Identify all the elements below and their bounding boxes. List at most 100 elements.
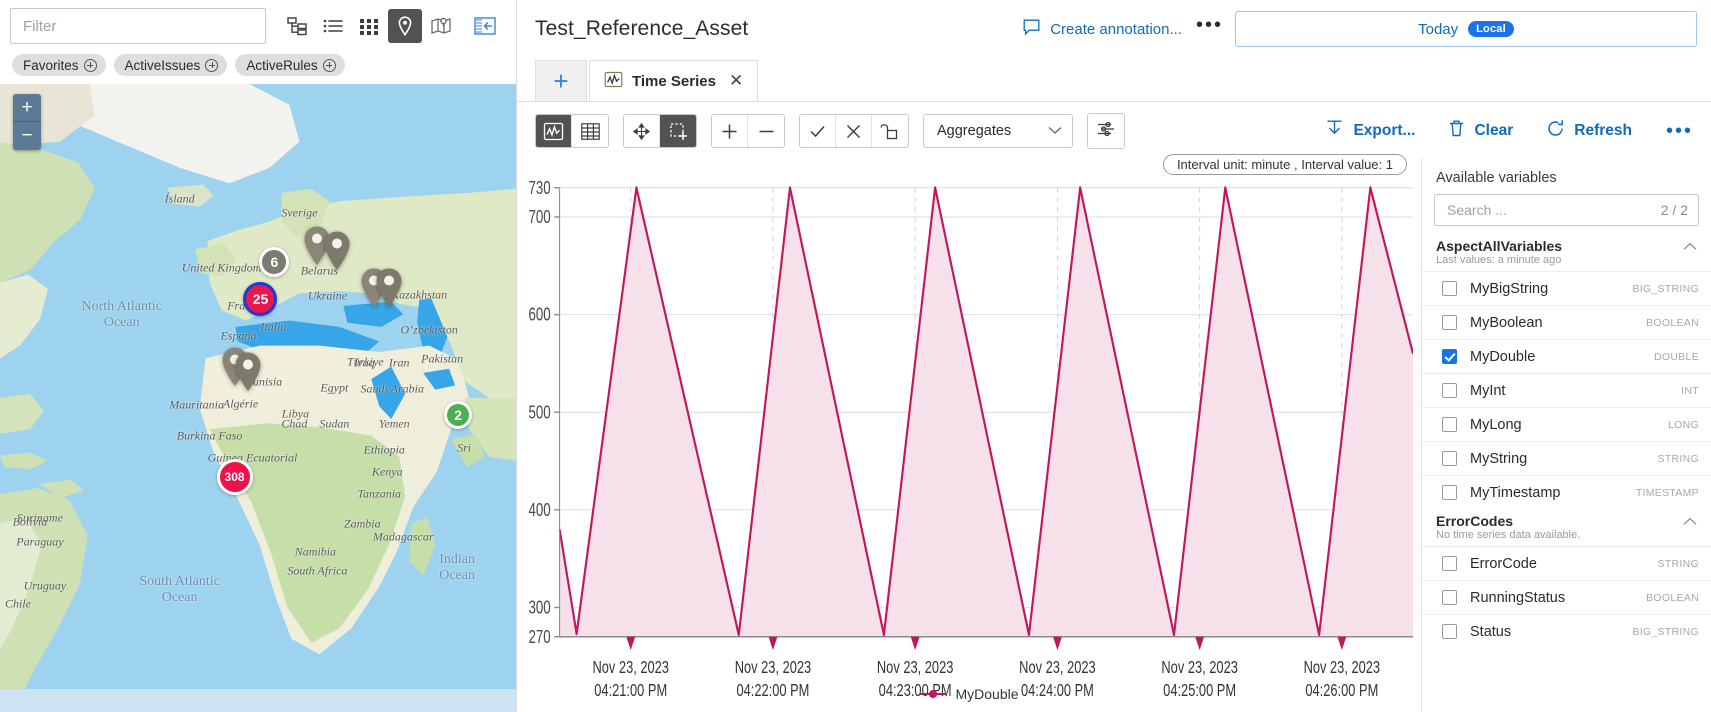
variable-type: STRING bbox=[1657, 557, 1699, 570]
accept-icon[interactable] bbox=[800, 115, 836, 147]
variable-name: MyLong bbox=[1470, 416, 1522, 433]
zoom-out-icon[interactable] bbox=[748, 115, 784, 147]
variable-group-header[interactable]: ErrorCodes bbox=[1422, 509, 1711, 529]
variable-checkbox[interactable] bbox=[1442, 485, 1457, 500]
chip-activerules[interactable]: ActiveRules bbox=[235, 54, 345, 76]
variable-row[interactable]: MyLong LONG bbox=[1422, 407, 1711, 441]
legend-label: MyDouble bbox=[955, 686, 1019, 702]
variable-type: BIG_STRING bbox=[1632, 282, 1699, 295]
close-icon[interactable]: ✕ bbox=[729, 71, 743, 91]
asset-map[interactable]: + − Ísland Sverige United Kingdom Belarus Uk… bbox=[0, 84, 516, 712]
variable-row[interactable]: MyInt INT bbox=[1422, 373, 1711, 407]
variable-checkbox[interactable] bbox=[1442, 624, 1457, 639]
variable-row[interactable]: Status BIG_STRING bbox=[1422, 614, 1711, 648]
variable-type: LONG bbox=[1668, 418, 1699, 431]
variable-row[interactable]: MyString STRING bbox=[1422, 441, 1711, 475]
variable-row[interactable]: ErrorCode STRING bbox=[1422, 546, 1711, 580]
map-pin-marker[interactable] bbox=[233, 351, 263, 393]
variable-name: MyTimestamp bbox=[1470, 484, 1561, 501]
variable-row[interactable]: MyDouble DOUBLE bbox=[1422, 339, 1711, 373]
svg-text:Nov 23, 2023: Nov 23, 2023 bbox=[1161, 658, 1237, 677]
zoom-buttons-group bbox=[711, 114, 785, 148]
clear-label: Clear bbox=[1474, 122, 1514, 139]
interval-info: Interval unit: minute , Interval value: … bbox=[1162, 154, 1407, 175]
variable-group-name: AspectAllVariables bbox=[1436, 238, 1563, 254]
variable-row[interactable]: MyBigString BIG_STRING bbox=[1422, 271, 1711, 305]
variable-row[interactable]: MyBoolean BOOLEAN bbox=[1422, 305, 1711, 339]
variable-group-subtitle: Last values: a minute ago bbox=[1436, 254, 1562, 266]
export-button[interactable]: Export... bbox=[1324, 118, 1415, 144]
zoom-select-icon[interactable] bbox=[660, 115, 696, 147]
variables-search-input[interactable]: Search ... 2 / 2 bbox=[1434, 194, 1699, 226]
chart-view-icon[interactable] bbox=[536, 115, 572, 147]
map-zoom-in-button[interactable]: + bbox=[13, 94, 41, 122]
table-view-icon[interactable] bbox=[572, 115, 608, 147]
page-header: Test_Reference_Asset Create annotation..… bbox=[517, 0, 1711, 58]
asset-browser-toolbar bbox=[0, 0, 516, 52]
variable-name: MyString bbox=[1470, 450, 1528, 467]
map-zoom-out-button[interactable]: − bbox=[13, 122, 41, 150]
variable-checkbox[interactable] bbox=[1442, 281, 1457, 296]
variable-name: RunningStatus bbox=[1470, 589, 1566, 606]
create-annotation-button[interactable]: Create annotation... bbox=[1022, 18, 1182, 41]
variable-type: DOUBLE bbox=[1654, 350, 1699, 363]
svg-text:300: 300 bbox=[529, 599, 551, 618]
variables-list: AspectAllVariables Last values: a minute … bbox=[1422, 234, 1711, 648]
view-toggle-group bbox=[535, 114, 609, 148]
chart-settings-button[interactable] bbox=[1087, 113, 1125, 149]
map-cluster-marker[interactable]: 25 bbox=[243, 281, 278, 316]
map-cluster-marker[interactable]: 6 bbox=[259, 246, 290, 277]
zoom-in-icon[interactable] bbox=[712, 115, 748, 147]
variable-checkbox[interactable] bbox=[1442, 556, 1457, 571]
svg-text:600: 600 bbox=[529, 306, 551, 325]
grid-icon[interactable] bbox=[352, 9, 386, 43]
variable-row[interactable]: RunningStatus BOOLEAN bbox=[1422, 580, 1711, 614]
svg-text:730: 730 bbox=[529, 179, 551, 198]
map-pin-icon[interactable] bbox=[388, 9, 422, 43]
map-region-icon[interactable] bbox=[424, 9, 458, 43]
unlock-icon[interactable] bbox=[872, 115, 908, 147]
map-cluster-marker[interactable]: 308 bbox=[216, 458, 253, 495]
filter-input[interactable] bbox=[10, 8, 266, 44]
tab-time-series[interactable]: Time Series ✕ bbox=[589, 60, 759, 102]
variable-checkbox[interactable] bbox=[1442, 451, 1457, 466]
asset-browser-panel: Favorites ActiveIssues ActiveRules bbox=[0, 0, 517, 712]
search-placeholder: Search ... bbox=[1447, 202, 1507, 218]
map-pin-marker[interactable] bbox=[374, 267, 404, 309]
add-tab-button[interactable]: + bbox=[535, 60, 587, 102]
clear-button[interactable]: Clear bbox=[1447, 118, 1513, 144]
variable-group-header[interactable]: AspectAllVariables bbox=[1422, 234, 1711, 254]
map-cluster-marker[interactable]: 2 bbox=[444, 400, 473, 429]
view-mode-icons bbox=[280, 9, 458, 43]
chevron-up-icon[interactable] bbox=[1683, 514, 1697, 528]
variable-checkbox[interactable] bbox=[1442, 590, 1457, 605]
chart-container: Interval unit: minute , Interval value: … bbox=[517, 154, 1421, 712]
today-label: Today bbox=[1418, 20, 1459, 38]
chart-more-button[interactable]: ••• bbox=[1666, 121, 1693, 141]
svg-text:Nov 23, 2023: Nov 23, 2023 bbox=[735, 658, 811, 677]
chart-plot[interactable]: 730 700 600 500 400 300 270 Nov 23, 2023 04:21:0… bbox=[517, 178, 1415, 712]
variable-checkbox[interactable] bbox=[1442, 417, 1457, 432]
chip-favorites[interactable]: Favorites bbox=[12, 54, 106, 76]
variable-checkbox[interactable] bbox=[1442, 383, 1457, 398]
chart-legend: MyDouble bbox=[517, 686, 1421, 702]
refresh-button[interactable]: Refresh bbox=[1545, 118, 1632, 144]
variable-row[interactable]: MyTimestamp TIMESTAMP bbox=[1422, 475, 1711, 509]
aggregates-select[interactable]: Aggregates bbox=[923, 114, 1073, 148]
time-series-icon bbox=[604, 70, 623, 93]
list-icon[interactable] bbox=[316, 9, 350, 43]
chevron-up-icon[interactable] bbox=[1683, 239, 1697, 253]
variables-count: 2 / 2 bbox=[1660, 202, 1688, 218]
chip-activeissues[interactable]: ActiveIssues bbox=[113, 54, 228, 76]
map-pin-marker[interactable] bbox=[322, 230, 352, 272]
pan-icon[interactable] bbox=[624, 115, 660, 147]
variable-checkbox[interactable] bbox=[1442, 349, 1457, 364]
collapse-panel-icon[interactable] bbox=[468, 9, 502, 43]
variable-type: INT bbox=[1681, 384, 1699, 397]
header-more-button[interactable]: ••• bbox=[1192, 15, 1235, 38]
variable-name: Status bbox=[1470, 623, 1512, 640]
time-range-button[interactable]: Today Local bbox=[1235, 11, 1697, 47]
cancel-icon[interactable] bbox=[836, 115, 872, 147]
variable-checkbox[interactable] bbox=[1442, 315, 1457, 330]
hierarchy-icon[interactable] bbox=[280, 9, 314, 43]
